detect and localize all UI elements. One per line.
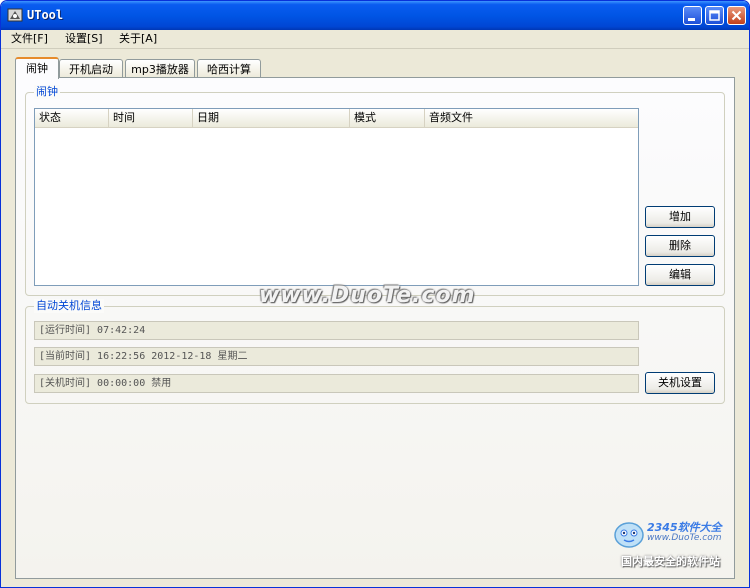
add-alarm-button[interactable]: 增加 [645,206,715,228]
shutdown-time-field: [关机时间] 00:00:00 禁用 [34,374,639,393]
delete-alarm-button[interactable]: 删除 [645,235,715,257]
menu-bar: 文件[F] 设置[S] 关于[A] [1,30,749,49]
minimize-icon [688,18,695,21]
title-bar[interactable]: UTool [1,1,749,30]
tab-mp3-player[interactable]: mp3播放器 [125,59,195,78]
column-header-date[interactable]: 日期 [193,109,350,127]
menu-file[interactable]: 文件[F] [7,30,52,48]
logo-slogan: 国内最安全的软件站 [621,555,720,568]
shutdown-group-title: 自动关机信息 [34,299,104,313]
tab-startup[interactable]: 开机启动 [59,59,123,78]
alarm-list-header: 状态 时间 日期 模式 音频文件 [35,109,638,128]
shutdown-settings-button[interactable]: 关机设置 [645,372,715,394]
close-icon [731,10,742,21]
tab-alarm[interactable]: 闹钟 [15,57,59,79]
edit-alarm-button[interactable]: 编辑 [645,264,715,286]
menu-about[interactable]: 关于[A] [115,30,161,48]
mascot-icon [614,522,644,548]
close-button[interactable] [727,6,746,25]
alarm-list[interactable]: 状态 时间 日期 模式 音频文件 [34,108,639,286]
tab-hash-calc[interactable]: 哈西计算 [197,59,261,78]
maximize-icon [709,10,720,21]
run-time-field: [运行时间] 07:42:24 [34,321,639,340]
menu-settings[interactable]: 设置[S] [61,30,107,48]
current-time-field: [当前时间] 16:22:56 2012-12-18 星期二 [34,347,639,366]
column-header-status[interactable]: 状态 [35,109,109,127]
window-title: UTool [27,8,64,22]
alarm-group-title: 闹钟 [34,85,60,99]
app-icon [7,8,23,22]
minimize-button[interactable] [683,6,702,25]
column-header-time[interactable]: 时间 [109,109,193,127]
logo-url: www.DuoTe.com [647,533,722,543]
column-header-mode[interactable]: 模式 [350,109,425,127]
app-window: UTool 文件[F] 设置[S] 关于[A] 闹钟 开机启动 mp3播放器 哈… [0,0,750,588]
watermark-text: www.DuoTe.com [259,283,476,308]
maximize-button[interactable] [705,6,724,25]
column-header-audio-file[interactable]: 音频文件 [425,109,638,127]
site-logo: 2345软件大全 www.DuoTe.com 国内最安全的软件站 [611,513,746,573]
